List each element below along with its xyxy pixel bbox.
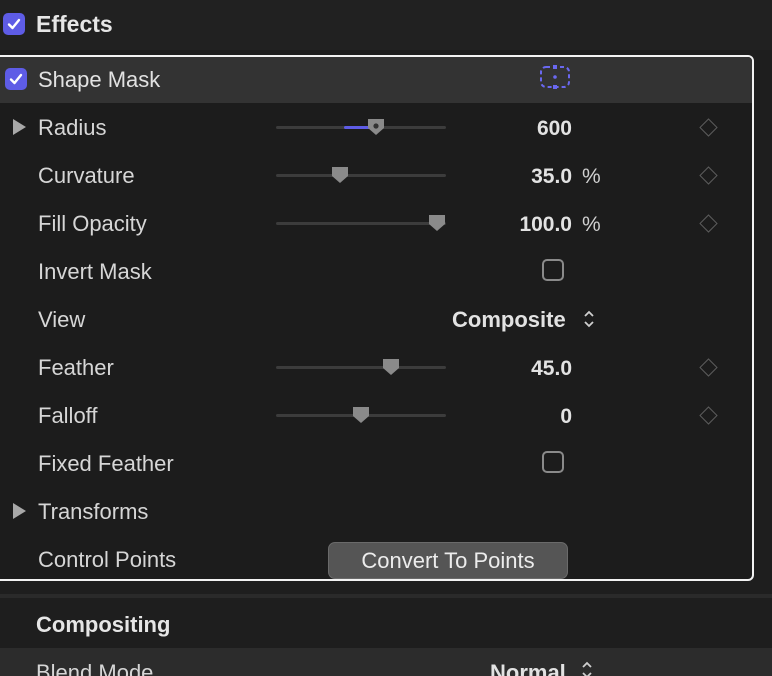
view-label: View [38,307,86,332]
effects-header: Effects [0,0,772,50]
shape-mask-header-row: Shape Mask [0,57,752,103]
curvature-label: Curvature [38,163,135,188]
view-popup-arrows-icon[interactable] [583,309,595,329]
fill-opacity-slider[interactable] [276,222,446,225]
fixed-feather-checkbox[interactable] [542,451,564,473]
feather-value[interactable]: 45.0 [466,357,572,381]
transforms-disclosure-triangle[interactable] [13,503,26,519]
falloff-slider-thumb[interactable] [352,406,370,424]
fixed-feather-label: Fixed Feather [38,451,174,476]
checkmark-icon [9,73,23,85]
shape-mask-enable-checkbox[interactable] [5,68,27,90]
effects-enable-checkbox[interactable] [3,13,25,35]
feather-keyframe-button[interactable] [699,358,718,377]
radius-label: Radius [38,115,107,140]
view-popup-value[interactable]: Composite [452,307,566,333]
invert-mask-checkbox[interactable] [542,259,564,281]
radius-disclosure-triangle[interactable] [13,119,26,135]
transforms-label: Transforms [38,499,149,524]
curvature-keyframe-button[interactable] [699,166,718,185]
blend-mode-popup-arrows-icon[interactable] [581,660,593,676]
blend-mode-label: Blend Mode [36,660,154,676]
effects-label: Effects [36,11,113,37]
feather-slider-thumb[interactable] [382,358,400,376]
falloff-keyframe-button[interactable] [699,406,718,425]
fill-opacity-label: Fill Opacity [38,211,147,236]
radius-keyframe-button[interactable] [699,118,718,137]
blend-mode-popup-value[interactable]: Normal [490,660,566,676]
radius-slider-thumb[interactable] [367,118,385,136]
falloff-value[interactable]: 0 [466,405,572,429]
feather-label: Feather [38,355,114,380]
compositing-label: Compositing [36,612,171,637]
blend-mode-row: Blend Mode Normal [0,648,772,676]
curvature-slider-thumb[interactable] [331,166,349,184]
curvature-value[interactable]: 35.0 [466,165,572,189]
shape-mask-label: Shape Mask [38,67,161,92]
falloff-label: Falloff [38,403,98,428]
curvature-unit: % [582,165,601,188]
fill-opacity-keyframe-button[interactable] [699,214,718,233]
shape-mask-panel: Shape Mask Radius 600 Curvature 35.0 % F… [0,55,754,581]
fill-opacity-value[interactable]: 100.0 [466,213,572,237]
shape-mask-onscreen-controls-icon[interactable] [539,64,571,90]
fill-opacity-slider-thumb[interactable] [428,214,446,232]
checkmark-icon [7,18,21,30]
fill-opacity-unit: % [582,213,601,236]
invert-mask-label: Invert Mask [38,259,152,284]
curvature-slider[interactable] [276,174,446,177]
section-divider [0,594,772,598]
feather-slider[interactable] [276,366,446,369]
control-points-label: Control Points [38,547,177,572]
convert-to-points-button[interactable]: Convert To Points [328,542,568,579]
radius-value[interactable]: 600 [466,117,572,141]
